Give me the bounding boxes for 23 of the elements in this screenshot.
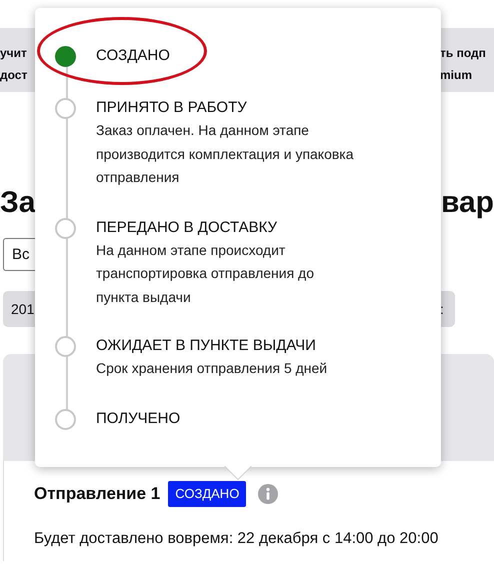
info-icon[interactable] — [258, 484, 278, 504]
step-description: Заказ оплачен. На данном этапе — [96, 121, 310, 140]
banner-text: ть подп — [440, 45, 487, 62]
filter-chip[interactable]: 201 — [3, 291, 36, 327]
step-description: отправления — [96, 168, 180, 187]
step-description: На данном этапе происходит — [96, 240, 286, 260]
delivery-text: Будет доставлено вовремя: 22 декабря с 14:00 до 20:00 — [34, 528, 440, 548]
step-description: транспортировка отправления до — [96, 264, 314, 283]
banner-text: mium — [440, 67, 474, 84]
step-title: ОЖИДАЕТ В ПУНКТЕ ВЫДАЧИ — [96, 336, 317, 356]
step-title: ПЕРЕДАНО В ДОСТАВКУ — [96, 218, 278, 238]
step-title: СОЗДАНО — [96, 46, 170, 66]
step-description: Срок хранения отправления 5 дней — [96, 359, 328, 378]
banner-text: дост — [0, 67, 28, 84]
page-heading: За — [0, 185, 36, 221]
banner-text: учит — [0, 45, 28, 62]
step-description: пункта выдачи — [96, 288, 192, 307]
status-badge: СОЗДАНО — [168, 481, 246, 506]
page-heading: вар — [440, 185, 494, 221]
step-description: производится комплектация и упаковка — [96, 144, 354, 164]
step-title: ПРИНЯТО В РАБОТУ — [96, 98, 248, 118]
shipment-title: Отправление 1 — [34, 483, 160, 505]
step-title: ПОЛУЧЕНО — [96, 408, 180, 428]
